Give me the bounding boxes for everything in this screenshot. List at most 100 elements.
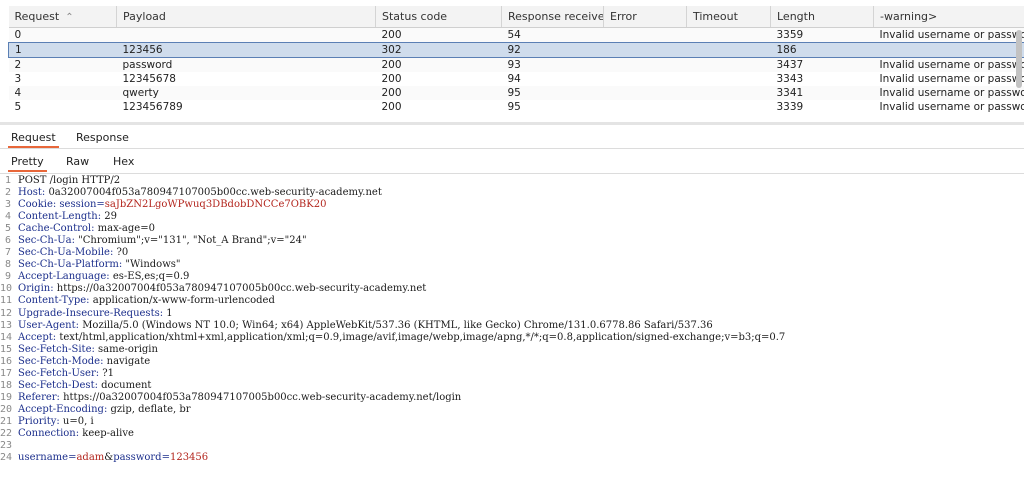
header-value: "Chromium";v="131", "Not_A Brand";v="24" <box>74 235 307 247</box>
header-value: ?0 <box>113 247 129 259</box>
results-scrollbar[interactable] <box>1016 30 1022 88</box>
line-number: 24 <box>0 452 13 464</box>
cell-response-received: 93 <box>501 57 604 72</box>
line-number: 11 <box>0 295 13 307</box>
results-table: Request ⌃ Payload Status code Response re… <box>0 0 1024 122</box>
cell-length: 186 <box>770 42 874 58</box>
editor-line: 23 <box>0 440 1024 452</box>
editor-line: 17 Sec-Fetch-User: ?1 <box>0 368 1024 380</box>
cell-warning <box>873 42 1024 58</box>
cell-status-code: 200 <box>381 73 402 85</box>
editor-line: 21 Priority: u=0, i <box>0 416 1024 428</box>
line-number: 16 <box>0 355 13 367</box>
header-value: gzip, deflate, br <box>107 403 191 415</box>
table-row[interactable]: 5 123456789 200 95 3339 Invalid username… <box>9 100 1024 114</box>
header-name: Referer: <box>18 391 60 403</box>
line-number: 6 <box>4 235 11 247</box>
cell-length: 3359 <box>770 27 874 43</box>
column-header-payload[interactable]: Payload <box>116 6 376 28</box>
column-header-warning[interactable]: -warning> <box>873 6 1024 28</box>
cell-payload: password <box>116 57 376 72</box>
column-header-status-code[interactable]: Status code <box>375 6 502 28</box>
cell-payload: qwerty <box>116 86 376 100</box>
pane-splitter[interactable] <box>0 122 1024 125</box>
header-value: https://0a32007004f053a780947107005b00cc… <box>53 283 427 295</box>
header-name: Sec-Ch-Ua-Platform: <box>18 259 123 271</box>
cell-warning: Invalid username or password <box>873 57 1024 72</box>
column-header-error[interactable]: Error <box>603 6 687 28</box>
line-number: 18 <box>0 379 13 391</box>
tab-request[interactable]: Request <box>8 128 59 148</box>
editor-line: 16 Sec-Fetch-Mode: navigate <box>0 356 1024 368</box>
cell-response-received: 95 <box>501 86 604 100</box>
cell-warning: Invalid username or password <box>879 101 1024 113</box>
editor-line: 8 Sec-Ch-Ua-Platform: "Windows" <box>0 259 1024 271</box>
header-name: Upgrade-Insecure-Requests: <box>18 307 164 319</box>
cell-status-code: 200 <box>375 27 502 43</box>
editor-line: 2 Host: 0a32007004f053a780947107005b00cc.… <box>0 187 1024 199</box>
tab-response[interactable]: Response <box>76 128 129 147</box>
header-name: Host: <box>18 187 46 199</box>
cell-response-received: 94 <box>507 73 521 85</box>
editor-line: 22 Connection: keep-alive <box>0 428 1024 440</box>
line-number: 1 <box>4 175 11 186</box>
tab-raw[interactable]: Raw <box>66 152 89 171</box>
header-value: 1 <box>163 307 173 319</box>
cell-status-code: 302 <box>375 42 502 58</box>
cell-response-received: 95 <box>507 101 521 113</box>
body-param-name: username <box>18 452 69 464</box>
cell-error <box>604 100 687 114</box>
column-header-length[interactable]: Length <box>770 6 874 28</box>
body-ampersand: & <box>104 452 114 464</box>
editor-line: 3 Cookie: session=saJbZN2LgoWPwuq3DBdobDN… <box>0 199 1024 211</box>
line-number: 21 <box>0 415 13 427</box>
header-name: Accept-Language: <box>18 271 110 283</box>
header-value: max-age=0 <box>94 223 155 235</box>
cell-length: 3343 <box>776 73 804 85</box>
editor-line: 19 Referer: https://0a32007004f053a780947… <box>0 392 1024 404</box>
editor-line: 13 User-Agent: Mozilla/5.0 (Windows NT 10… <box>0 320 1024 332</box>
cell-request: 3 <box>14 73 22 85</box>
header-name: Sec-Ch-Ua-Mobile: <box>18 247 114 259</box>
header-name: Connection: <box>18 427 80 439</box>
header-name: Priority: <box>18 415 60 427</box>
cell-response-received: 92 <box>501 42 604 58</box>
table-row-selected[interactable]: 1 123456 302 92 186 <box>8 42 1024 58</box>
column-header-response-received[interactable]: Response received <box>501 6 604 28</box>
cell-error <box>603 86 687 100</box>
line-number: 13 <box>0 319 13 331</box>
table-header-row: Request ⌃ Payload Status code Response re… <box>8 6 1024 28</box>
column-header-request[interactable]: Request ⌃ <box>8 6 117 28</box>
column-header-timeout[interactable]: Timeout <box>686 6 771 28</box>
cell-timeout <box>686 57 771 72</box>
editor-line: 11 Content-Type: application/x-www-form-u… <box>0 295 1024 307</box>
request-editor[interactable]: 1 POST /login HTTP/2 2 Host: 0a32007004f05… <box>0 175 1024 491</box>
line-number: 10 <box>0 283 13 295</box>
cell-request: 0 <box>8 27 117 43</box>
line-number: 8 <box>4 259 11 271</box>
header-value: Mozilla/5.0 (Windows NT 10.0; Win64; x64… <box>79 319 713 331</box>
table-row[interactable]: 0 200 54 3359 Invalid username or passwo… <box>8 27 1024 43</box>
cell-timeout <box>686 42 771 58</box>
line-number: 9 <box>4 271 11 283</box>
line-number: 2 <box>4 187 11 199</box>
table-row[interactable]: 2 password 200 93 3437 Invalid username … <box>8 57 1024 72</box>
tab-hex[interactable]: Hex <box>113 152 134 171</box>
line-number: 7 <box>4 247 11 259</box>
table-row[interactable]: 4 qwerty 200 95 3341 Invalid username or… <box>8 86 1024 100</box>
cell-warning: Invalid username or password <box>879 73 1024 85</box>
header-value: document <box>97 379 152 391</box>
header-value: 29 <box>101 211 118 223</box>
header-value: keep-alive <box>79 427 134 439</box>
line-number: 20 <box>0 403 13 415</box>
line-number: 15 <box>0 343 13 355</box>
cookie-value: saJbZN2LgoWPwuq3DBdobDNCCe7OBK20 <box>104 199 327 211</box>
editor-line: 15 Sec-Fetch-Site: same-origin <box>0 344 1024 356</box>
cell-length: 3339 <box>776 101 804 113</box>
editor-line: 18 Sec-Fetch-Dest: document <box>0 380 1024 392</box>
tab-pretty[interactable]: Pretty <box>8 152 47 172</box>
table-row[interactable]: 3 12345678 200 94 3343 Invalid username … <box>9 72 1024 86</box>
body-param-name: password <box>113 452 162 464</box>
editor-line: 10 Origin: https://0a32007004f053a7809471… <box>0 283 1024 295</box>
header-value: navigate <box>103 355 151 367</box>
